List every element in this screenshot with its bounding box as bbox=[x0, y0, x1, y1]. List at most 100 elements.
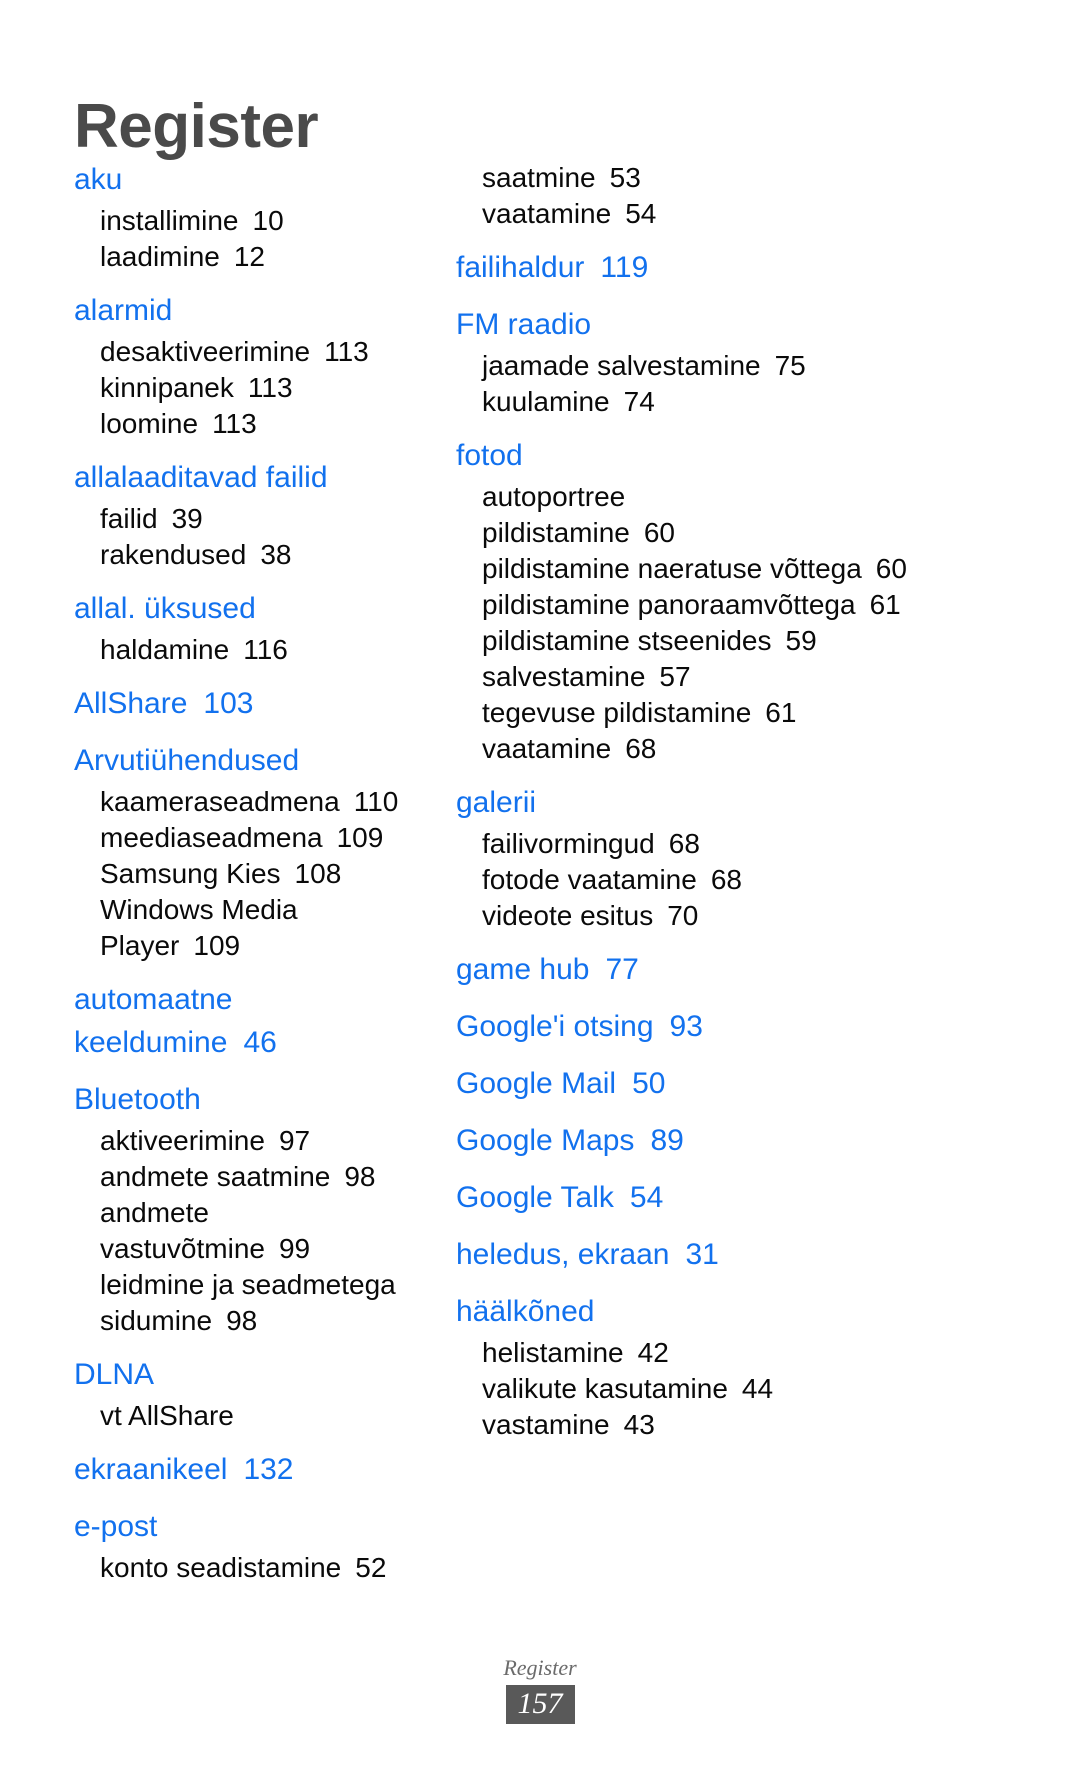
index-subentry[interactable]: andmete saatmine 98 bbox=[74, 1159, 422, 1195]
index-entry-heading-label: heledus, ekraan bbox=[456, 1238, 670, 1271]
index-subentry-page: 68 bbox=[668, 828, 700, 859]
index-entry-heading[interactable]: e-post bbox=[74, 1505, 422, 1548]
index-entry-heading-page: 31 bbox=[685, 1238, 719, 1271]
index-entry-heading-label: DLNA bbox=[74, 1358, 155, 1391]
index-subentry[interactable]: aktiveerimine 97 bbox=[74, 1123, 422, 1159]
index-subentry-label: tegevuse pildistamine bbox=[482, 697, 752, 728]
index-subentry-page: 61 bbox=[869, 589, 901, 620]
index-subentry-group: installimine 10 laadimine 12 bbox=[74, 203, 422, 275]
index-subentry-page: 43 bbox=[623, 1409, 655, 1440]
index-subentry-page: 60 bbox=[875, 553, 907, 584]
index-subentry[interactable]: desaktiveerimine 113 bbox=[74, 334, 422, 370]
index-subentry-page: 54 bbox=[625, 198, 657, 229]
index-subentry[interactable]: kinnipanek 113 bbox=[74, 370, 422, 406]
index-entry-heading[interactable]: Arvutiühendused bbox=[74, 739, 422, 782]
index-subentry-page: 61 bbox=[765, 697, 797, 728]
index-subentry[interactable]: installimine 10 bbox=[74, 203, 422, 239]
index-subentry[interactable]: saatmine 53 bbox=[456, 160, 980, 196]
index-subentry[interactable]: autoportree bbox=[456, 479, 980, 515]
index-subentry[interactable]: fotode vaatamine 68 bbox=[456, 862, 980, 898]
index-subentry-group: vt AllShare bbox=[74, 1398, 422, 1434]
index-subentry-label: konto seadistamine bbox=[100, 1552, 342, 1583]
index-entry-heading[interactable]: allalaaditavad failid bbox=[74, 456, 422, 499]
index-entry-heading[interactable]: alarmid bbox=[74, 289, 422, 332]
index-subentry-page: 116 bbox=[243, 634, 288, 665]
index-subentry[interactable]: videote esitus 70 bbox=[456, 898, 980, 934]
index-entry-heading[interactable]: fotod bbox=[456, 434, 980, 477]
index-subentry-page: 10 bbox=[252, 205, 284, 236]
index-entry-heading[interactable]: Google Mail 50 bbox=[456, 1062, 980, 1105]
index-subentry-page: 44 bbox=[741, 1373, 774, 1404]
index-entry-heading-label: Arvutiühendused bbox=[74, 744, 300, 777]
index-subentry-label: vt AllShare bbox=[100, 1400, 234, 1431]
footer-section-label: Register bbox=[503, 1655, 577, 1680]
index-entry-heading[interactable]: DLNA bbox=[74, 1353, 422, 1396]
index-entry-heading[interactable]: galerii bbox=[456, 781, 980, 824]
index-entry-heading[interactable]: AllShare 103 bbox=[74, 682, 422, 725]
index-entry-heading-page: 103 bbox=[203, 687, 254, 720]
index-entry-heading-page: 93 bbox=[669, 1010, 703, 1043]
index-subentry[interactable]: konto seadistamine 52 bbox=[74, 1550, 422, 1586]
index-subentry[interactable]: vastamine 43 bbox=[456, 1407, 980, 1443]
index-entry-heading[interactable]: allal. üksused bbox=[74, 587, 422, 630]
index-entry-heading-label: failihaldur bbox=[456, 251, 585, 284]
index-entry-heading[interactable]: Google Talk 54 bbox=[456, 1176, 980, 1219]
index-subentry[interactable]: pildistamine panoraamvõttega 61 bbox=[456, 587, 980, 623]
index-subentry-group: kaameraseadmena 110 meediaseadmena 109 Samsu… bbox=[74, 784, 422, 964]
index-subentry[interactable]: pildistamine 60 bbox=[456, 515, 980, 551]
index-subentry[interactable]: Windows Media Player 109 bbox=[74, 892, 422, 964]
index-subentry-page: 113 bbox=[247, 372, 293, 403]
index-subentry[interactable]: pildistamine naeratuse võttega 60 bbox=[456, 551, 980, 587]
index-entry-heading-page: 132 bbox=[243, 1453, 294, 1486]
index-entry-heading[interactable]: häälkõned bbox=[456, 1290, 980, 1333]
index-entry-heading[interactable]: aku bbox=[74, 158, 422, 201]
index-subentry-label: andmete vastuvõtmine bbox=[100, 1197, 265, 1264]
index-subentry[interactable]: kaameraseadmena 110 bbox=[74, 784, 422, 820]
index-subentry-page: 99 bbox=[278, 1233, 311, 1264]
index-subentry-page: 39 bbox=[171, 503, 203, 534]
index-entry-heading-label: häälkõned bbox=[456, 1295, 595, 1328]
index-subentry[interactable]: salvestamine 57 bbox=[456, 659, 980, 695]
index-subentry-page: 59 bbox=[785, 625, 817, 656]
index-page: Register aku installimine 10 laadimine 12 ala… bbox=[0, 0, 1080, 1771]
index-subentry-page: 70 bbox=[667, 900, 699, 931]
index-subentry[interactable]: kuulamine 74 bbox=[456, 384, 980, 420]
index-entry-heading[interactable]: game hub 77 bbox=[456, 948, 980, 991]
index-subentry-label: kaameraseadmena bbox=[100, 786, 340, 817]
index-subentry[interactable]: loomine 113 bbox=[74, 406, 422, 442]
index-subentry[interactable]: failid 39 bbox=[74, 501, 422, 537]
index-subentry[interactable]: pildistamine stseenides 59 bbox=[456, 623, 980, 659]
index-subentry[interactable]: helistamine 42 bbox=[456, 1335, 980, 1371]
index-entry-heading[interactable]: automaatne keeldumine 46 bbox=[74, 978, 422, 1064]
index-subentry[interactable]: jaamade salvestamine 75 bbox=[456, 348, 980, 384]
index-subentry[interactable]: Samsung Kies 108 bbox=[74, 856, 422, 892]
index-entry-heading[interactable]: failihaldur 119 bbox=[456, 246, 980, 289]
index-subentry[interactable]: valikute kasutamine 44 bbox=[456, 1371, 980, 1407]
index-entry-heading[interactable]: heledus, ekraan 31 bbox=[456, 1233, 980, 1276]
index-subentry[interactable]: haldamine 116 bbox=[74, 632, 422, 668]
index-subentry[interactable]: vaatamine 68 bbox=[456, 731, 980, 767]
index-entry-heading[interactable]: FM raadio bbox=[456, 303, 980, 346]
index-subentry-page: 68 bbox=[710, 864, 742, 895]
index-subentry[interactable]: meediaseadmena 109 bbox=[74, 820, 422, 856]
index-subentry[interactable]: laadimine 12 bbox=[74, 239, 422, 275]
index-subentry-group: aktiveerimine 97 andmete saatmine 98 andmete… bbox=[74, 1123, 422, 1339]
index-subentry[interactable]: failivormingud 68 bbox=[456, 826, 980, 862]
index-entry-heading[interactable]: ekraanikeel 132 bbox=[74, 1448, 422, 1491]
index-entry-heading-label: Google Maps bbox=[456, 1124, 635, 1157]
index-subentry[interactable]: tegevuse pildistamine 61 bbox=[456, 695, 980, 731]
index-entry-heading-page: 77 bbox=[605, 953, 639, 986]
index-subentry-label: saatmine bbox=[482, 162, 596, 193]
index-subentry[interactable]: rakendused 38 bbox=[74, 537, 422, 573]
index-subentry[interactable]: leidmine ja seadmetega sidumine 98 bbox=[74, 1267, 422, 1339]
index-subentry[interactable]: andmete vastuvõtmine 99 bbox=[74, 1195, 422, 1267]
index-subentry[interactable]: vaatamine 54 bbox=[456, 196, 980, 232]
index-entry-heading[interactable]: Google'i otsing 93 bbox=[456, 1005, 980, 1048]
index-entry-heading-label: Google Mail bbox=[456, 1067, 617, 1100]
index-entry-heading[interactable]: Google Maps 89 bbox=[456, 1119, 980, 1162]
index-entry-heading[interactable]: Bluetooth bbox=[74, 1078, 422, 1121]
index-subentry[interactable]: vt AllShare bbox=[74, 1398, 422, 1434]
index-subentry-label: salvestamine bbox=[482, 661, 646, 692]
index-subentry-group: jaamade salvestamine 75 kuulamine 74 bbox=[456, 348, 980, 420]
index-subentry-label: haldamine bbox=[100, 634, 230, 665]
